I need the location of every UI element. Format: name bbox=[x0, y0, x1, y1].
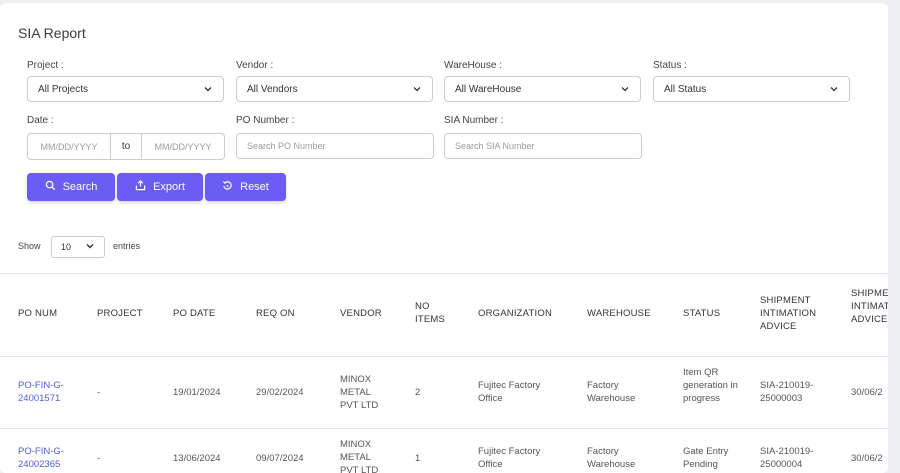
vendor-label: Vendor : bbox=[236, 60, 274, 71]
vendor-select[interactable]: All Vendors bbox=[236, 76, 433, 102]
column-header[interactable]: SHIPMENT INTIMATION ADVICE bbox=[760, 294, 826, 333]
search-button[interactable]: Search bbox=[27, 173, 115, 201]
sia-cell: SIA-210019-25000004 bbox=[760, 446, 814, 470]
warehouse-select-value: All WareHouse bbox=[455, 83, 522, 95]
chevron-down-icon bbox=[85, 241, 95, 253]
project-cell: - bbox=[97, 387, 101, 398]
export-button-label: Export bbox=[153, 181, 185, 193]
vendor-select-value: All Vendors bbox=[247, 83, 298, 95]
warehouse-cell: Factory Warehouse bbox=[587, 446, 636, 470]
page-length-value: 10 bbox=[61, 242, 72, 252]
chevron-down-icon bbox=[829, 84, 839, 94]
po-number-label: PO Number : bbox=[236, 115, 295, 126]
date-to-separator: to bbox=[110, 134, 142, 159]
no-items-cell: 2 bbox=[415, 387, 421, 398]
project-label: Project : bbox=[27, 60, 64, 71]
sia-number-input[interactable]: Search SIA Number bbox=[444, 133, 642, 159]
warehouse-label: WareHouse : bbox=[444, 60, 502, 71]
status-select[interactable]: All Status bbox=[653, 76, 850, 102]
column-header[interactable]: VENDOR bbox=[340, 307, 382, 320]
sia-cell: SIA-210019-25000003 bbox=[760, 380, 814, 404]
status-label: Status : bbox=[653, 60, 687, 71]
chevron-down-icon bbox=[620, 84, 630, 94]
po-number-input[interactable]: Search PO Number bbox=[236, 133, 434, 159]
reset-button-label: Reset bbox=[240, 181, 269, 193]
organization-cell: Fujitec Factory Office bbox=[478, 446, 541, 470]
column-header[interactable]: ORGANIZATION bbox=[478, 307, 552, 320]
warehouse-select[interactable]: All WareHouse bbox=[444, 76, 641, 102]
export-icon bbox=[135, 180, 146, 194]
date-label: Date : bbox=[27, 115, 54, 126]
date-range-input: MM/DD/YYYY to MM/DD/YYYY bbox=[27, 133, 225, 160]
sia-number-label: SIA Number : bbox=[444, 115, 504, 126]
page-length-select[interactable]: 10 bbox=[51, 236, 105, 258]
column-header[interactable]: WAREHOUSE bbox=[587, 307, 651, 320]
column-header[interactable]: STATUS bbox=[683, 307, 720, 320]
entries-label: entries bbox=[113, 241, 141, 251]
column-header[interactable]: NO ITEMS bbox=[415, 300, 451, 326]
table-top-border bbox=[0, 273, 888, 274]
report-card: SIA Report Project : All Projects Vendor… bbox=[0, 3, 888, 473]
status-cell: Item QR generation in progress bbox=[683, 367, 738, 404]
vendor-cell: MINOX METAL PVT LTD bbox=[340, 439, 379, 473]
req-on-cell: 29/02/2024 bbox=[256, 387, 304, 398]
column-header[interactable]: PROJECT bbox=[97, 307, 143, 320]
show-label: Show bbox=[18, 241, 41, 251]
column-header[interactable]: SHIPMENT INTIMATION ADVICE DATE bbox=[851, 287, 888, 326]
organization-cell: Fujitec Factory Office bbox=[478, 380, 541, 404]
chevron-down-icon bbox=[412, 84, 422, 94]
search-button-label: Search bbox=[62, 181, 98, 193]
status-select-value: All Status bbox=[664, 83, 707, 95]
status-cell: Gate Entry Pending bbox=[683, 446, 729, 470]
po-number-link[interactable]: PO-FIN-G-24001571 bbox=[18, 379, 78, 405]
column-header[interactable]: PO NUM bbox=[18, 307, 57, 320]
warehouse-cell: Factory Warehouse bbox=[587, 380, 636, 404]
reset-button[interactable]: Reset bbox=[205, 173, 286, 201]
page-title: SIA Report bbox=[18, 25, 86, 41]
date-to-input[interactable]: MM/DD/YYYY bbox=[142, 134, 224, 159]
column-header[interactable]: REQ ON bbox=[256, 307, 295, 320]
chevron-down-icon bbox=[203, 84, 213, 94]
vendor-cell: MINOX METAL PVT LTD bbox=[340, 374, 379, 411]
project-select-value: All Projects bbox=[38, 83, 89, 95]
row-border bbox=[0, 428, 888, 429]
sia-date-cell: 30/06/2 bbox=[851, 387, 883, 398]
search-icon bbox=[45, 180, 56, 194]
date-from-input[interactable]: MM/DD/YYYY bbox=[28, 134, 110, 159]
reset-icon bbox=[222, 180, 233, 194]
column-header[interactable]: PO DATE bbox=[173, 307, 215, 320]
table-header-border bbox=[0, 356, 888, 357]
export-button[interactable]: Export bbox=[117, 173, 203, 201]
project-select[interactable]: All Projects bbox=[27, 76, 224, 102]
po-number-link[interactable]: PO-FIN-G-24002365 bbox=[18, 445, 78, 471]
po-date-cell: 19/01/2024 bbox=[173, 387, 221, 398]
